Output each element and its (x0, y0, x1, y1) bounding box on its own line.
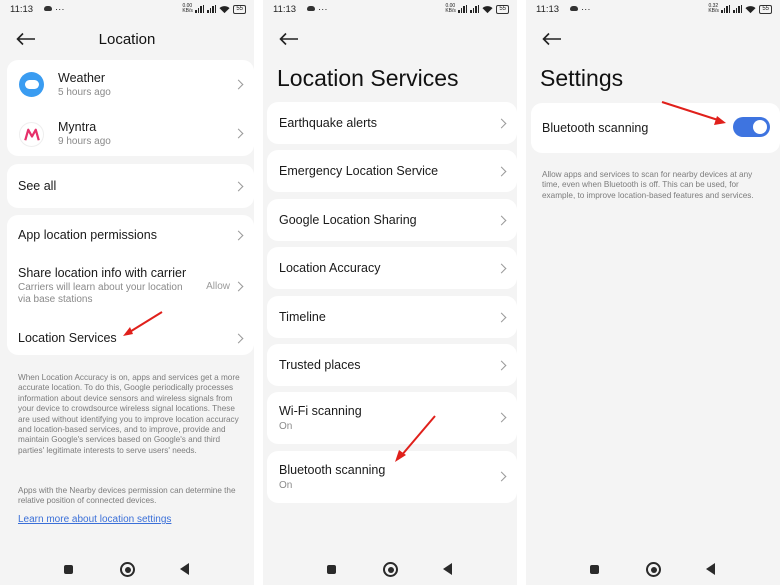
net-speed: 0.32 KB/s (708, 3, 719, 14)
chevron-right-icon (496, 412, 507, 423)
battery-icon: 55 (233, 4, 246, 14)
signal-icon-2 (733, 5, 743, 13)
list-item-weather[interactable]: Weather 5 hours ago (7, 60, 254, 108)
page-title: Location Services (277, 65, 459, 91)
list-item-timeline[interactable]: Timeline (267, 296, 517, 338)
status-bar: 11:13 ··· 0.00 KB/s 55 (10, 4, 246, 18)
back-nav-icon[interactable] (180, 563, 189, 575)
nav-bar (0, 561, 254, 577)
bluetooth-scanning-settings-screen: 11:13 ··· 0.32 KB/s 55 Settings Bluetooth… (526, 0, 780, 585)
nav-bar (526, 561, 780, 577)
wifi-icon (745, 5, 756, 13)
red-arrow-annotation (395, 415, 436, 462)
chevron-right-icon (496, 360, 507, 371)
chevron-right-icon (233, 181, 244, 192)
chevron-right-icon (233, 230, 244, 241)
red-arrow-annotation (123, 311, 163, 336)
location-services-screen: 11:13 ··· 0.00 KB/s 55 Location Services … (263, 0, 517, 585)
bluetooth-scanning-label: Bluetooth scanning (542, 121, 649, 135)
status-time: 11:13 (536, 4, 560, 15)
back-arrow-icon[interactable] (542, 32, 562, 46)
net-speed: 0.00 KB/s (182, 3, 193, 14)
list-item-trusted-places[interactable]: Trusted places (267, 344, 517, 386)
chevron-right-icon (233, 79, 244, 90)
chevron-right-icon (496, 263, 507, 274)
page-title: Location (98, 31, 156, 48)
chevron-right-icon (233, 281, 244, 292)
chevron-right-icon (496, 166, 507, 177)
bluetooth-scanning-row: Bluetooth scanning (531, 103, 780, 153)
allow-value: Allow (206, 281, 230, 292)
nav-bar (263, 561, 517, 577)
bluetooth-scanning-description: Allow apps and services to scan for near… (542, 170, 754, 200)
location-accuracy-description: When Location Accuracy is on, apps and s… (18, 373, 240, 455)
status-bar: 11:13 ··· 0.00 KB/s 55 (273, 4, 509, 18)
back-nav-icon[interactable] (706, 563, 715, 575)
app-location-permissions-item[interactable]: App location permissions (7, 215, 254, 255)
toggle-knob (753, 120, 767, 134)
weather-icon (19, 72, 44, 97)
battery-icon: 55 (496, 4, 509, 14)
chevron-right-icon (496, 471, 507, 482)
chevron-right-icon (496, 215, 507, 226)
see-all-label: See all (18, 179, 57, 193)
cloud-icon (570, 6, 578, 11)
list-item-emergency-location[interactable]: Emergency Location Service (267, 150, 517, 192)
app-time: 9 hours ago (58, 136, 111, 147)
chevron-right-icon (233, 128, 244, 139)
page-title: Settings (540, 65, 624, 91)
app-name: Myntra (58, 120, 97, 134)
notification-dots: ··· (581, 4, 591, 15)
chevron-right-icon (233, 333, 244, 344)
list-item-myntra[interactable]: Myntra 9 hours ago (7, 108, 254, 156)
signal-icon-2 (470, 5, 480, 13)
list-item-earthquake-alerts[interactable]: Earthquake alerts (267, 102, 517, 144)
back-arrow-icon[interactable] (279, 32, 299, 46)
location-screen: 11:13 ··· 0.00 KB/s 55 Location Weather 5… (0, 0, 254, 585)
list-item-google-location-sharing[interactable]: Google Location Sharing (267, 199, 517, 241)
recents-nav-icon[interactable] (327, 565, 336, 574)
wifi-icon (219, 5, 230, 13)
red-arrow-annotation (661, 101, 726, 125)
wifi-icon (482, 5, 493, 13)
status-bar: 11:13 ··· 0.32 KB/s 55 (536, 4, 772, 18)
home-nav-icon[interactable] (383, 562, 398, 577)
chevron-right-icon (496, 312, 507, 323)
screenshot-collage: 11:13 ··· 0.00 KB/s 55 Location Weather 5… (0, 0, 780, 585)
myntra-icon (19, 122, 44, 147)
nearby-devices-note: Apps with the Nearby devices permission … (18, 486, 236, 506)
bluetooth-scanning-toggle[interactable] (733, 117, 770, 137)
notification-dots: ··· (318, 4, 328, 15)
recents-nav-icon[interactable] (590, 565, 599, 574)
signal-icon (458, 5, 468, 13)
list-item-location-accuracy[interactable]: Location Accuracy (267, 247, 517, 289)
app-name: Weather (58, 71, 106, 85)
recents-nav-icon[interactable] (64, 565, 73, 574)
net-speed: 0.00 KB/s (445, 3, 456, 14)
learn-more-link[interactable]: Learn more about location settings (18, 514, 171, 525)
battery-icon: 55 (759, 4, 772, 14)
status-time: 11:13 (273, 4, 297, 15)
app-time: 5 hours ago (58, 87, 111, 98)
chevron-right-icon (496, 118, 507, 129)
back-nav-icon[interactable] (443, 563, 452, 575)
status-time: 11:13 (10, 4, 34, 15)
home-nav-icon[interactable] (120, 562, 135, 577)
cloud-icon (307, 6, 315, 11)
notification-dots: ··· (55, 4, 65, 15)
see-all-button[interactable]: See all (7, 164, 254, 208)
signal-icon-2 (207, 5, 217, 13)
home-nav-icon[interactable] (646, 562, 661, 577)
signal-icon (195, 5, 205, 13)
signal-icon (721, 5, 731, 13)
cloud-icon (44, 6, 52, 11)
recent-apps-card: Weather 5 hours ago Myntra 9 hours ago (7, 60, 254, 156)
